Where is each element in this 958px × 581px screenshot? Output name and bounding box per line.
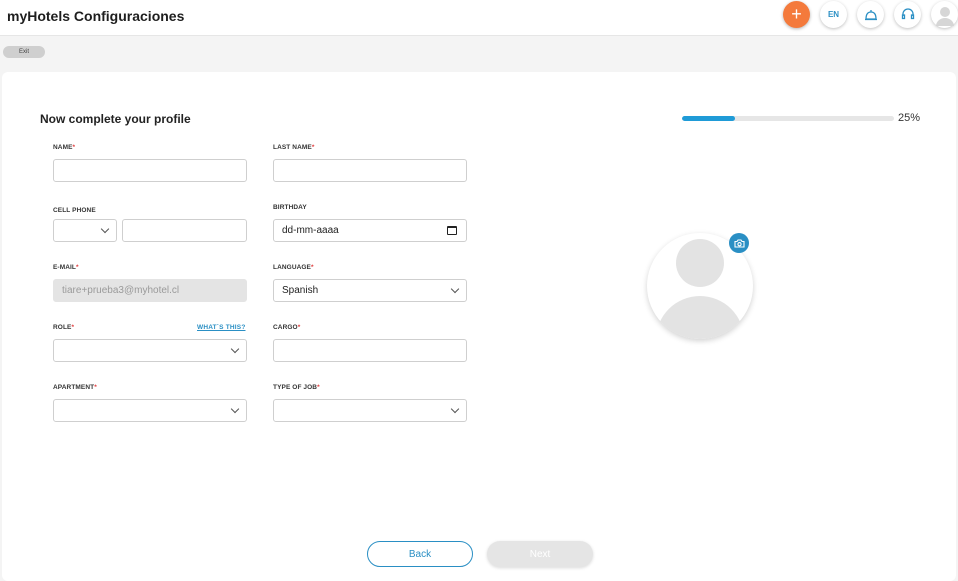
cargo-input[interactable] [273, 339, 467, 362]
upload-photo-button[interactable] [729, 233, 749, 253]
cell-phone-label: CELL PHONE [53, 207, 96, 214]
top-bar: myHotels Configuraciones + EN [0, 0, 958, 36]
chevron-down-icon [450, 284, 460, 294]
camera-icon [733, 238, 745, 248]
name-input[interactable] [53, 159, 247, 182]
calendar-icon[interactable] [447, 226, 457, 235]
headset-icon [901, 8, 914, 20]
avatar-body [656, 296, 744, 339]
phone-number-input[interactable] [122, 219, 247, 242]
chevron-down-icon [100, 224, 110, 234]
progress-fill [682, 116, 735, 121]
user-icon [935, 6, 954, 26]
last-name-input[interactable] [273, 159, 467, 182]
bell-icon [864, 9, 877, 20]
progress-bar [682, 116, 894, 121]
type-of-job-label: TYPE OF JOB* [273, 384, 320, 391]
last-name-label: LAST NAME* [273, 144, 315, 151]
add-button[interactable]: + [783, 1, 810, 28]
apartment-select[interactable] [53, 399, 247, 422]
support-button[interactable] [894, 1, 921, 28]
apartment-label: APARTMENT* [53, 384, 97, 391]
profile-card [2, 72, 956, 581]
progress-label: 25% [898, 112, 921, 124]
whats-this-link[interactable]: WHAT´S THIS? [197, 324, 246, 331]
chevron-down-icon [230, 404, 240, 414]
name-label: NAME* [53, 144, 76, 151]
role-select[interactable] [53, 339, 247, 362]
birthday-input[interactable]: dd-mm-aaaa [273, 219, 467, 242]
page-title: Now complete your profile [40, 112, 191, 126]
cargo-label: CARGO* [273, 324, 301, 331]
app-title: myHotels Configuraciones [7, 8, 185, 24]
back-button[interactable]: Back [367, 541, 473, 567]
next-button[interactable]: Next [487, 541, 593, 567]
role-label: ROLE* [53, 324, 75, 331]
chevron-down-icon [230, 344, 240, 354]
birthday-label: BIRTHDAY [273, 204, 307, 211]
email-label: E-MAIL* [53, 264, 79, 271]
birthday-value: dd-mm-aaaa [282, 225, 339, 236]
language-label: LANGUAGE* [273, 264, 314, 271]
language-select[interactable]: Spanish [273, 279, 467, 302]
phone-code-select[interactable] [53, 219, 117, 242]
type-of-job-select[interactable] [273, 399, 467, 422]
avatar-head [676, 239, 724, 287]
user-menu-button[interactable] [931, 1, 958, 28]
language-button[interactable]: EN [820, 1, 847, 28]
email-field: tiare+prueba3@myhotel.cl [53, 279, 247, 302]
exit-button[interactable]: Exit [3, 46, 45, 58]
bell-button[interactable] [857, 1, 884, 28]
chevron-down-icon [450, 404, 460, 414]
